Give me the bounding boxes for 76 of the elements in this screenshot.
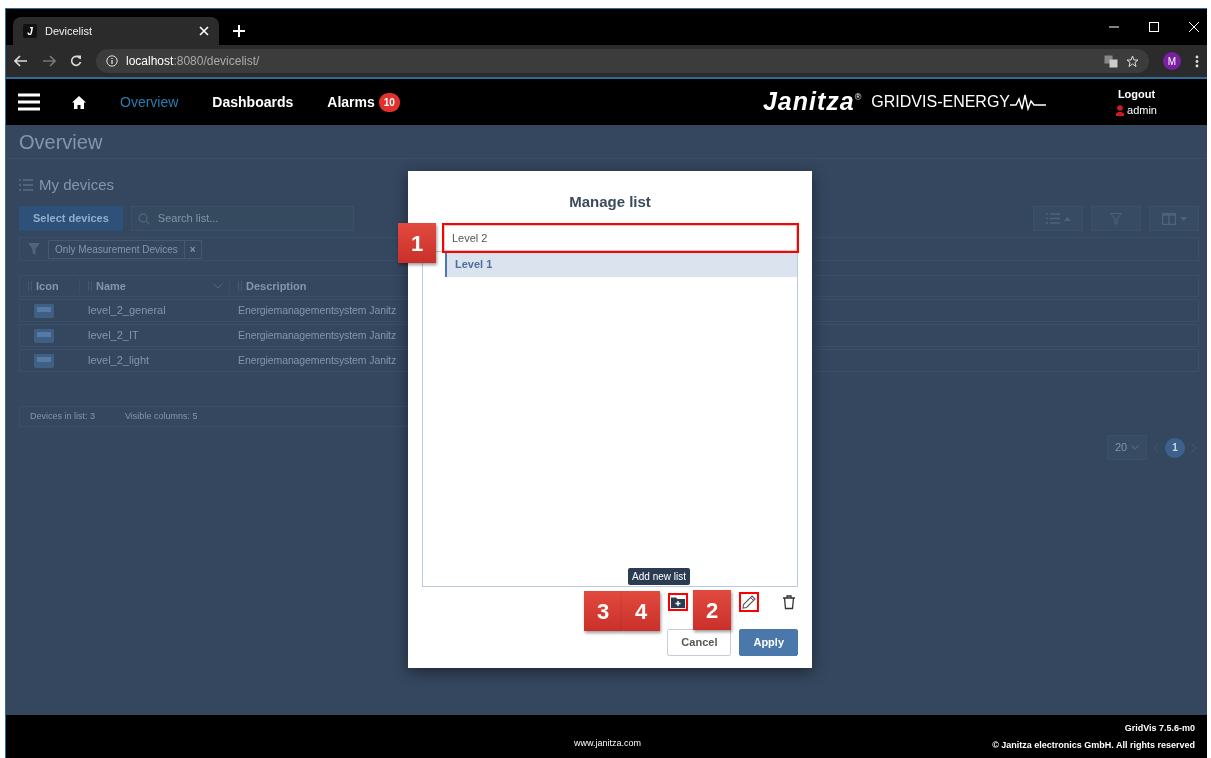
list-item[interactable]: Level 1	[445, 252, 797, 277]
table-cell-text: level_2_IT	[87, 328, 140, 344]
info-icon[interactable]	[106, 55, 118, 67]
translate-icon[interactable]	[1104, 54, 1118, 68]
caret-down-icon	[1179, 216, 1187, 221]
step-number-marker: 1	[398, 223, 436, 263]
table-cell-text: Energiemanagementsystem Janitz	[237, 302, 397, 318]
star-icon[interactable]	[1126, 54, 1139, 68]
tooltip: Add new list	[628, 568, 690, 585]
close-icon[interactable]	[199, 26, 209, 36]
close-icon[interactable]	[1189, 22, 1199, 32]
apply-button[interactable]: Apply	[739, 629, 798, 656]
column-header[interactable]: Name	[96, 277, 126, 295]
website-link[interactable]: www.janitza.com	[574, 736, 642, 750]
pulse-icon	[1010, 93, 1047, 111]
version-text: GridVis 7.5.6-m0	[1123, 721, 1195, 735]
select-devices-button[interactable]: Select devices	[19, 206, 123, 231]
maximize-icon[interactable]	[1149, 22, 1159, 32]
trash-icon[interactable]	[780, 592, 798, 612]
page-title: Overview	[6, 125, 1207, 159]
plus-icon[interactable]	[233, 25, 245, 37]
table-cell-text: Energiemanagementsystem Janitz	[237, 352, 397, 368]
device-icon	[34, 326, 54, 345]
page-size-select[interactable]: 20	[1107, 435, 1147, 460]
chevron-down-icon	[1131, 445, 1140, 450]
pencil-icon[interactable]	[739, 592, 759, 612]
status-text: Devices in list: 3	[30, 409, 96, 423]
device-icon	[34, 351, 54, 370]
dialog-title: Manage list	[568, 192, 652, 212]
search-field[interactable]: Search list...	[130, 206, 354, 231]
filter-chip[interactable]: Only Measurement Devices ×	[48, 239, 202, 259]
search-icon	[137, 212, 150, 225]
table-cell-text: level_2_general	[87, 303, 167, 319]
favicon: J	[23, 24, 37, 38]
table-cell-text: Energiemanagementsystem Janitz	[237, 327, 397, 343]
more-menu-icon[interactable]	[1195, 54, 1199, 68]
forward-arrow-icon[interactable]	[42, 55, 56, 67]
cancel-button[interactable]: Cancel	[667, 629, 732, 656]
nav-link[interactable]: Dashboards	[212, 91, 294, 113]
url-text[interactable]: localhost:8080/devicelist/	[126, 52, 260, 70]
step-number-marker: 2	[693, 590, 731, 630]
list-name-input[interactable]: Level 2	[444, 225, 797, 251]
registered-mark: ®	[854, 92, 862, 102]
status-text: Visible columns: 5	[125, 409, 198, 423]
logout-link[interactable]: Logout	[1117, 85, 1156, 102]
table-cell-text: level_2_light	[87, 353, 151, 369]
tab-title: Devicelist	[45, 23, 94, 39]
nav-link[interactable]: Alarms 10	[327, 91, 400, 113]
caret-up-icon	[1063, 216, 1071, 221]
username: admin	[1127, 103, 1157, 118]
alarm-count-badge: 10	[378, 92, 400, 112]
reload-icon[interactable]	[70, 55, 82, 67]
avatar[interactable]: M	[1163, 52, 1181, 70]
page-button[interactable]: 1	[1165, 437, 1185, 458]
user-icon	[1116, 104, 1125, 116]
back-arrow-icon[interactable]	[14, 55, 28, 67]
step-number-marker: 4	[622, 591, 660, 631]
list-icon	[19, 179, 33, 191]
column-header[interactable]: Description	[246, 277, 307, 295]
column-header[interactable]: Icon	[36, 277, 59, 295]
product-name: GRIDVIS-ENERGY	[871, 92, 1011, 112]
filter-icon	[1110, 212, 1122, 225]
home-icon[interactable]	[72, 95, 86, 109]
list-icon	[1045, 213, 1060, 224]
remove-filter-button[interactable]: ×	[183, 240, 201, 258]
logo-text: Janitza	[762, 86, 855, 118]
browser-tab[interactable]: J Devicelist	[13, 17, 219, 45]
nav-link[interactable]: Overview	[120, 91, 179, 113]
columns-icon	[1161, 212, 1176, 225]
menu-icon[interactable]	[18, 93, 40, 111]
section-title: My devices	[39, 174, 115, 195]
folder-plus-icon[interactable]	[668, 593, 688, 611]
device-icon	[34, 301, 54, 320]
step-number-marker: 3	[584, 591, 622, 631]
copyright-text: © Janitza electronics GmbH. All rights reserved	[992, 738, 1195, 752]
filter-icon	[28, 243, 40, 255]
